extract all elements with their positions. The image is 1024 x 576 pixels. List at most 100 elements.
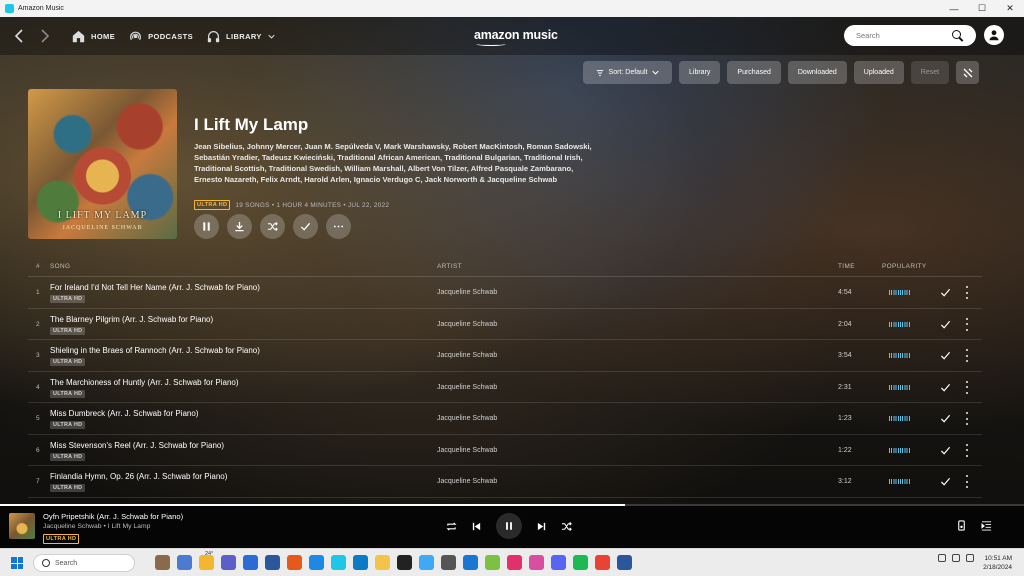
app-icon[interactable] <box>485 555 500 570</box>
lync-icon[interactable] <box>243 555 258 570</box>
word-icon[interactable] <box>617 555 632 570</box>
taskbar-search[interactable]: Search <box>33 554 135 572</box>
nav-podcasts[interactable]: PODCASTS <box>129 30 193 43</box>
table-row[interactable]: 7 Finlandia Hymn, Op. 26 (Arr. J. Schwab … <box>28 466 982 498</box>
track-artist[interactable]: Jacqueline Schwab <box>437 352 497 359</box>
track-title[interactable]: Miss Dumbreck (Arr. J. Schwab for Piano) <box>50 409 198 418</box>
profile-button[interactable] <box>984 25 1004 45</box>
back-button[interactable] <box>6 23 32 49</box>
table-row[interactable]: 1 For Ireland I'd Not Tell Her Name (Arr.… <box>28 277 982 309</box>
check-icon[interactable] <box>940 476 951 487</box>
more-vertical-icon[interactable] <box>965 475 969 488</box>
maximize-button[interactable]: ☐ <box>968 0 996 17</box>
track-title[interactable]: Finlandia Hymn, Op. 26 (Arr. J. Schwab f… <box>50 472 227 481</box>
device-icon[interactable] <box>956 520 967 531</box>
taskbar-clock[interactable]: 10:51 AM 2/18/2024 <box>972 554 1012 572</box>
app-icon[interactable] <box>397 555 412 570</box>
next-track-icon[interactable] <box>536 521 547 532</box>
minimize-button[interactable]: — <box>940 0 968 17</box>
app-icon[interactable] <box>309 555 324 570</box>
search-box[interactable] <box>844 25 976 46</box>
widgets-icon[interactable] <box>155 555 170 570</box>
amazon-music-logo[interactable]: amazon music <box>474 28 558 46</box>
album-cover[interactable]: I LIFT MY LAMP JACQUELINE SCHWAB <box>28 89 177 239</box>
downloaded-filter-button[interactable]: Downloaded <box>787 61 847 84</box>
progress-bar[interactable] <box>0 504 1024 506</box>
windows-start-icon[interactable] <box>11 557 23 569</box>
now-playing-subtitle[interactable]: Jacqueline Schwab • I Lift My Lamp <box>43 523 150 530</box>
search-input[interactable] <box>856 31 952 40</box>
nav-home[interactable]: HOME <box>72 30 115 43</box>
nav-library[interactable]: LIBRARY <box>207 30 275 43</box>
check-icon[interactable] <box>940 413 951 424</box>
volume-icon[interactable] <box>952 554 960 562</box>
chrome-icon[interactable] <box>595 555 610 570</box>
track-artist[interactable]: Jacqueline Schwab <box>437 478 497 485</box>
queue-icon[interactable] <box>981 520 992 531</box>
table-row[interactable]: 5 Miss Dumbreck (Arr. J. Schwab for Piano… <box>28 403 982 435</box>
table-row[interactable]: 3 Shieling in the Braes of Rannoch (Arr. … <box>28 340 982 372</box>
table-row[interactable]: 2 The Blarney Pilgrim (Arr. J. Schwab for… <box>28 309 982 340</box>
check-icon[interactable] <box>940 319 951 330</box>
uploaded-filter-button[interactable]: Uploaded <box>853 61 904 84</box>
app-icon[interactable] <box>353 555 368 570</box>
app-icon[interactable] <box>287 555 302 570</box>
purchased-filter-button[interactable]: Purchased <box>727 61 781 84</box>
check-icon[interactable] <box>940 350 951 361</box>
pause-button[interactable] <box>194 214 219 239</box>
app-icon[interactable] <box>441 555 456 570</box>
app-icon[interactable] <box>419 555 434 570</box>
track-artist[interactable]: Jacqueline Schwab <box>437 384 497 391</box>
more-vertical-icon[interactable] <box>965 349 969 362</box>
weather-icon[interactable] <box>199 555 214 570</box>
more-options-button[interactable] <box>326 214 351 239</box>
download-button[interactable] <box>227 214 252 239</box>
edge-icon[interactable] <box>463 555 478 570</box>
now-playing-title[interactable]: Oyfn Pripetshik (Arr. J. Schwab for Pian… <box>43 512 183 521</box>
check-icon[interactable] <box>940 287 951 298</box>
app-icon[interactable] <box>529 555 544 570</box>
table-row[interactable]: 4 The Marchioness of Huntly (Arr. J. Schw… <box>28 372 982 403</box>
repeat-icon[interactable] <box>446 521 457 532</box>
file-explorer-icon[interactable] <box>375 555 390 570</box>
check-icon[interactable] <box>940 382 951 393</box>
instagram-icon[interactable] <box>507 555 522 570</box>
now-playing-artwork[interactable] <box>9 513 35 539</box>
track-artist[interactable]: Jacqueline Schwab <box>437 321 497 328</box>
track-artist[interactable]: Jacqueline Schwab <box>437 415 497 422</box>
copilot-icon[interactable] <box>177 555 192 570</box>
more-vertical-icon[interactable] <box>965 412 969 425</box>
spotify-icon[interactable] <box>573 555 588 570</box>
more-vertical-icon[interactable] <box>965 317 969 331</box>
close-button[interactable]: ✕ <box>996 0 1024 17</box>
discord-icon[interactable] <box>551 555 566 570</box>
check-icon[interactable] <box>940 445 951 456</box>
table-row[interactable]: 6 Miss Stevenson's Reel (Arr. J. Schwab f… <box>28 435 982 466</box>
track-title[interactable]: The Marchioness of Huntly (Arr. J. Schwa… <box>50 378 239 387</box>
more-vertical-icon[interactable] <box>965 380 969 394</box>
track-artist[interactable]: Jacqueline Schwab <box>437 289 497 296</box>
track-title[interactable]: The Blarney Pilgrim (Arr. J. Schwab for … <box>50 315 213 324</box>
search-icon[interactable] <box>952 30 963 41</box>
shuffle-button[interactable] <box>260 214 285 239</box>
forward-button[interactable] <box>32 23 58 49</box>
track-artist[interactable]: Jacqueline Schwab <box>437 447 497 454</box>
play-pause-button[interactable] <box>496 513 522 539</box>
reset-filter-button[interactable]: Reset <box>910 61 950 84</box>
more-vertical-icon[interactable] <box>965 443 969 457</box>
app-icon[interactable] <box>265 555 280 570</box>
add-to-library-button[interactable] <box>293 214 318 239</box>
track-title[interactable]: Shieling in the Braes of Rannoch (Arr. J… <box>50 346 260 355</box>
sort-dropdown[interactable]: Sort: Default <box>583 61 672 84</box>
previous-track-icon[interactable] <box>471 521 482 532</box>
library-filter-button[interactable]: Library <box>679 61 721 84</box>
track-title[interactable]: Miss Stevenson's Reel (Arr. J. Schwab fo… <box>50 441 224 450</box>
shuffle-icon[interactable] <box>561 521 572 532</box>
amazon-music-taskbar-icon[interactable] <box>331 555 346 570</box>
more-vertical-icon[interactable] <box>965 286 969 299</box>
wifi-icon[interactable] <box>938 554 946 562</box>
track-title[interactable]: For Ireland I'd Not Tell Her Name (Arr. … <box>50 283 260 292</box>
album-artists[interactable]: Jean Sibelius, Johnny Mercer, Juan M. Se… <box>194 141 594 185</box>
clear-filters-button[interactable] <box>956 61 980 84</box>
teams-icon[interactable] <box>221 555 236 570</box>
